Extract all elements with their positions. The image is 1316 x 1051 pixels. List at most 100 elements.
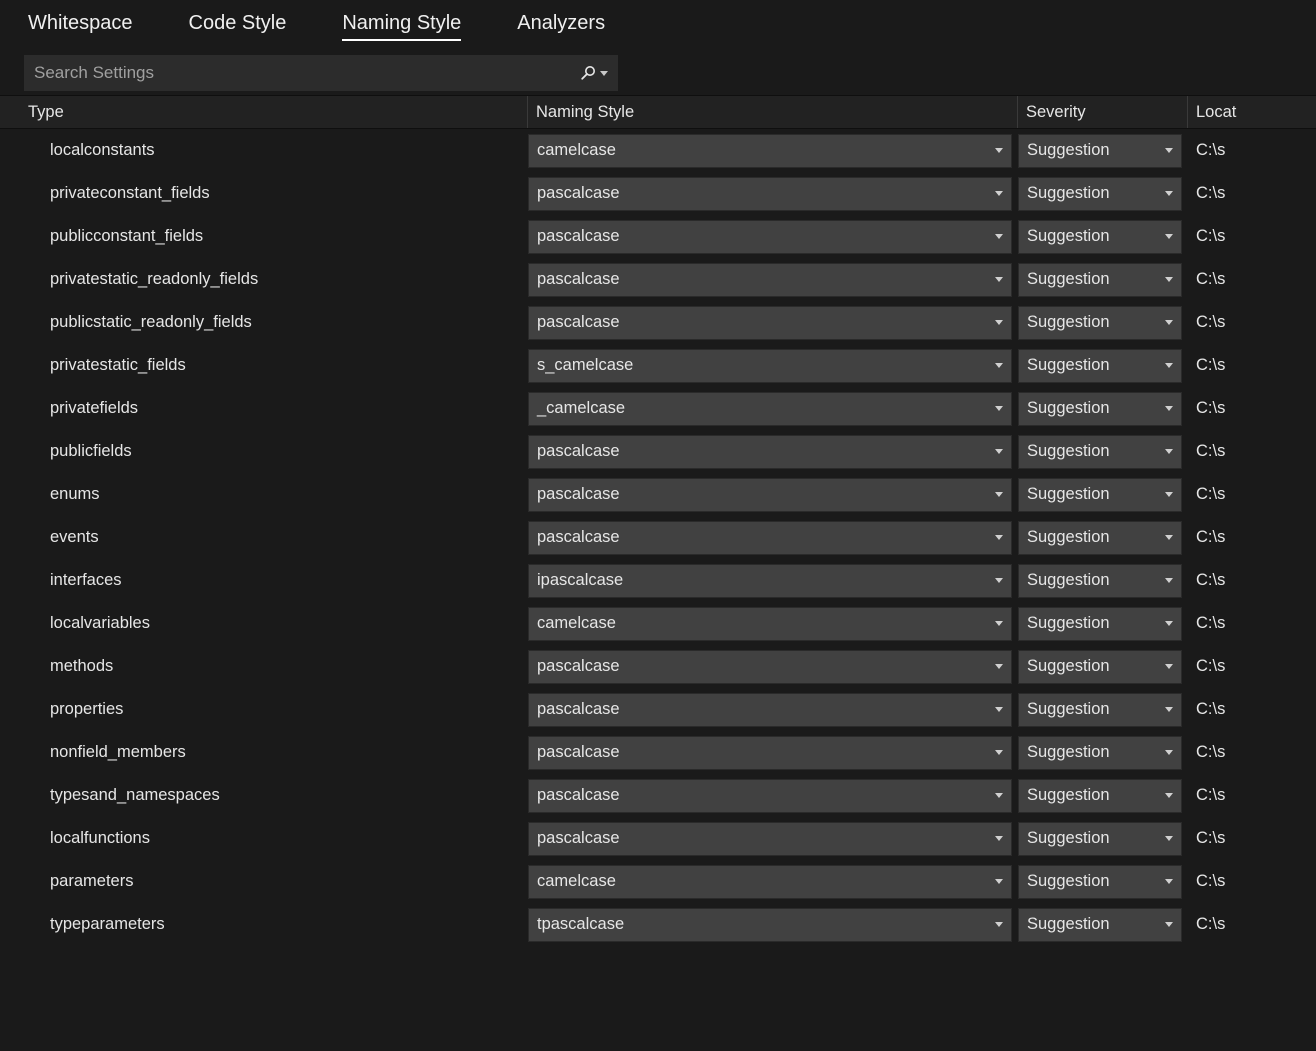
table-row: interfacesipascalcaseSuggestionC:\s <box>0 559 1316 602</box>
chevron-down-icon <box>995 492 1003 497</box>
table-row: methodspascalcaseSuggestionC:\s <box>0 645 1316 688</box>
naming-style-select[interactable]: pascalcase <box>528 521 1012 555</box>
severity-select[interactable]: Suggestion <box>1018 607 1182 641</box>
style-cell: tpascalcase <box>528 908 1018 942</box>
type-cell: publicconstant_fields <box>0 227 528 246</box>
column-header-style[interactable]: Naming Style <box>528 96 1018 128</box>
chevron-down-icon <box>1165 191 1173 196</box>
chevron-down-icon <box>1165 922 1173 927</box>
location-cell: C:\s <box>1188 270 1316 289</box>
naming-style-select[interactable]: pascalcase <box>528 435 1012 469</box>
search-icon-wrap[interactable] <box>580 65 608 81</box>
severity-cell: Suggestion <box>1018 822 1188 856</box>
severity-cell: Suggestion <box>1018 306 1188 340</box>
severity-select[interactable]: Suggestion <box>1018 435 1182 469</box>
chevron-down-icon <box>600 71 608 76</box>
severity-select[interactable]: Suggestion <box>1018 220 1182 254</box>
chevron-down-icon <box>1165 535 1173 540</box>
naming-style-value: pascalcase <box>537 184 620 203</box>
naming-style-select[interactable]: ipascalcase <box>528 564 1012 598</box>
table-row: publicconstant_fields pascalcase Suggestio… <box>0 215 1316 258</box>
tab-code-style[interactable]: Code Style <box>189 12 287 41</box>
severity-value: Suggestion <box>1027 485 1110 504</box>
naming-style-select[interactable]: pascalcase <box>528 177 1012 211</box>
chevron-down-icon <box>995 621 1003 626</box>
severity-select[interactable]: Suggestion <box>1018 779 1182 813</box>
naming-style-value: s_camelcase <box>537 356 633 375</box>
severity-cell: Suggestion <box>1018 736 1188 770</box>
chevron-down-icon <box>995 449 1003 454</box>
style-cell: pascalcase <box>528 263 1018 297</box>
severity-cell: Suggestion <box>1018 779 1188 813</box>
naming-style-select[interactable]: s_camelcase <box>528 349 1012 383</box>
severity-select[interactable]: Suggestion <box>1018 650 1182 684</box>
type-cell: enums <box>0 485 528 504</box>
style-cell: pascalcase <box>528 650 1018 684</box>
search-input[interactable] <box>34 63 580 83</box>
severity-select[interactable]: Suggestion <box>1018 521 1182 555</box>
severity-select[interactable]: Suggestion <box>1018 263 1182 297</box>
severity-select[interactable]: Suggestion <box>1018 908 1182 942</box>
style-cell: camelcase <box>528 607 1018 641</box>
severity-value: Suggestion <box>1027 915 1110 934</box>
severity-cell: Suggestion <box>1018 134 1188 168</box>
search-box[interactable] <box>24 55 618 91</box>
naming-style-select[interactable]: pascalcase <box>528 693 1012 727</box>
naming-style-value: _camelcase <box>537 399 625 418</box>
severity-cell: Suggestion <box>1018 521 1188 555</box>
severity-cell: Suggestion <box>1018 349 1188 383</box>
location-cell: C:\s <box>1188 915 1316 934</box>
tab-whitespace[interactable]: Whitespace <box>28 12 133 41</box>
naming-style-select[interactable]: pascalcase <box>528 736 1012 770</box>
severity-select[interactable]: Suggestion <box>1018 392 1182 426</box>
naming-style-select[interactable]: pascalcase <box>528 650 1012 684</box>
severity-select[interactable]: Suggestion <box>1018 564 1182 598</box>
style-cell: pascalcase <box>528 822 1018 856</box>
severity-select[interactable]: Suggestion <box>1018 349 1182 383</box>
severity-select[interactable]: Suggestion <box>1018 134 1182 168</box>
naming-style-select[interactable]: pascalcase <box>528 478 1012 512</box>
naming-style-select[interactable]: camelcase <box>528 865 1012 899</box>
chevron-down-icon <box>995 793 1003 798</box>
naming-style-select[interactable]: pascalcase <box>528 220 1012 254</box>
type-cell: interfaces <box>0 571 528 590</box>
column-header-severity[interactable]: Severity <box>1018 96 1188 128</box>
severity-value: Suggestion <box>1027 872 1110 891</box>
chevron-down-icon <box>1165 234 1173 239</box>
naming-style-select[interactable]: camelcase <box>528 134 1012 168</box>
style-cell: ipascalcase <box>528 564 1018 598</box>
column-header-location[interactable]: Locat <box>1188 96 1316 128</box>
naming-style-value: pascalcase <box>537 313 620 332</box>
naming-style-select[interactable]: pascalcase <box>528 306 1012 340</box>
severity-select[interactable]: Suggestion <box>1018 865 1182 899</box>
naming-style-select[interactable]: camelcase <box>528 607 1012 641</box>
naming-style-select[interactable]: _camelcase <box>528 392 1012 426</box>
table-row: localconstantscamelcaseSuggestionC:\s <box>0 129 1316 172</box>
severity-value: Suggestion <box>1027 571 1110 590</box>
severity-cell: Suggestion <box>1018 564 1188 598</box>
style-cell: camelcase <box>528 134 1018 168</box>
naming-style-select[interactable]: tpascalcase <box>528 908 1012 942</box>
column-header-type[interactable]: Type <box>0 96 528 128</box>
chevron-down-icon <box>995 363 1003 368</box>
severity-select[interactable]: Suggestion <box>1018 478 1182 512</box>
severity-select[interactable]: Suggestion <box>1018 822 1182 856</box>
naming-style-value: pascalcase <box>537 270 620 289</box>
severity-select[interactable]: Suggestion <box>1018 736 1182 770</box>
severity-select[interactable]: Suggestion <box>1018 306 1182 340</box>
naming-style-select[interactable]: pascalcase <box>528 263 1012 297</box>
severity-select[interactable]: Suggestion <box>1018 177 1182 211</box>
naming-style-value: pascalcase <box>537 227 620 246</box>
severity-value: Suggestion <box>1027 700 1110 719</box>
tab-naming-style[interactable]: Naming Style <box>342 12 461 41</box>
severity-value: Suggestion <box>1027 442 1110 461</box>
chevron-down-icon <box>995 148 1003 153</box>
severity-cell: Suggestion <box>1018 865 1188 899</box>
naming-style-select[interactable]: pascalcase <box>528 779 1012 813</box>
location-cell: C:\s <box>1188 442 1316 461</box>
type-cell: nonfield_members <box>0 743 528 762</box>
tab-analyzers[interactable]: Analyzers <box>517 12 605 41</box>
naming-style-select[interactable]: pascalcase <box>528 822 1012 856</box>
severity-cell: Suggestion <box>1018 263 1188 297</box>
severity-select[interactable]: Suggestion <box>1018 693 1182 727</box>
